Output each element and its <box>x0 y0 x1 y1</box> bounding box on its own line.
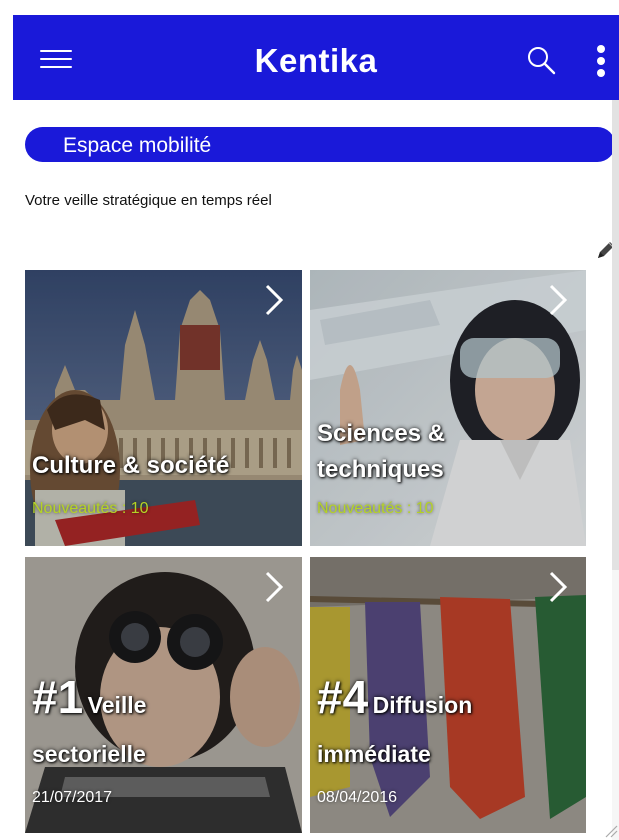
tile-title-word2: immédiate <box>317 741 431 767</box>
section-subtitle: Votre veille stratégique en temps réel <box>25 192 272 209</box>
tile-sciences-techniques[interactable]: Sciences & techniques Nouveautés : 10 <box>310 270 586 546</box>
tile-title: #4 Diffusion <box>317 672 472 734</box>
tile-diffusion-immediate[interactable]: #4 Diffusion immédiate 08/04/2016 <box>310 557 586 833</box>
scrollbar-thumb[interactable] <box>612 100 619 570</box>
tile-date: 08/04/2016 <box>317 789 398 806</box>
tile-title-word2: sectorielle <box>32 741 146 767</box>
tile-title-word1: Veille <box>87 692 147 718</box>
search-icon[interactable] <box>526 45 556 75</box>
tile-title: Culture & société <box>32 452 230 479</box>
tile-title-word1: Diffusion <box>372 692 473 718</box>
app-bar: Kentika <box>13 15 619 100</box>
chevron-right-icon <box>549 284 568 316</box>
tile-title-line2: techniques <box>317 456 444 483</box>
chevron-right-icon <box>265 571 284 603</box>
tile-news-count: Nouveautés : 10 <box>317 500 434 517</box>
tile-news-count: Nouveautés : 10 <box>32 500 149 517</box>
more-vertical-icon[interactable] <box>596 45 606 77</box>
tile-title: Sciences & techniques <box>317 416 445 488</box>
tile-veille-sectorielle[interactable]: #1 Veille sectorielle 21/07/2017 <box>25 557 302 833</box>
section-title: Espace mobilité <box>25 127 615 162</box>
tile-title: #1 Veille <box>32 672 146 734</box>
tile-number: #1 <box>32 671 84 723</box>
tile-date: 21/07/2017 <box>32 789 113 806</box>
chevron-right-icon <box>265 284 284 316</box>
tile-number: #4 <box>317 671 369 723</box>
resize-grip-icon[interactable] <box>604 824 618 838</box>
tile-culture-societe[interactable]: Culture & société Nouveautés : 10 <box>25 270 302 546</box>
tile-title-line1: Sciences & <box>317 420 446 447</box>
chevron-right-icon <box>549 571 568 603</box>
